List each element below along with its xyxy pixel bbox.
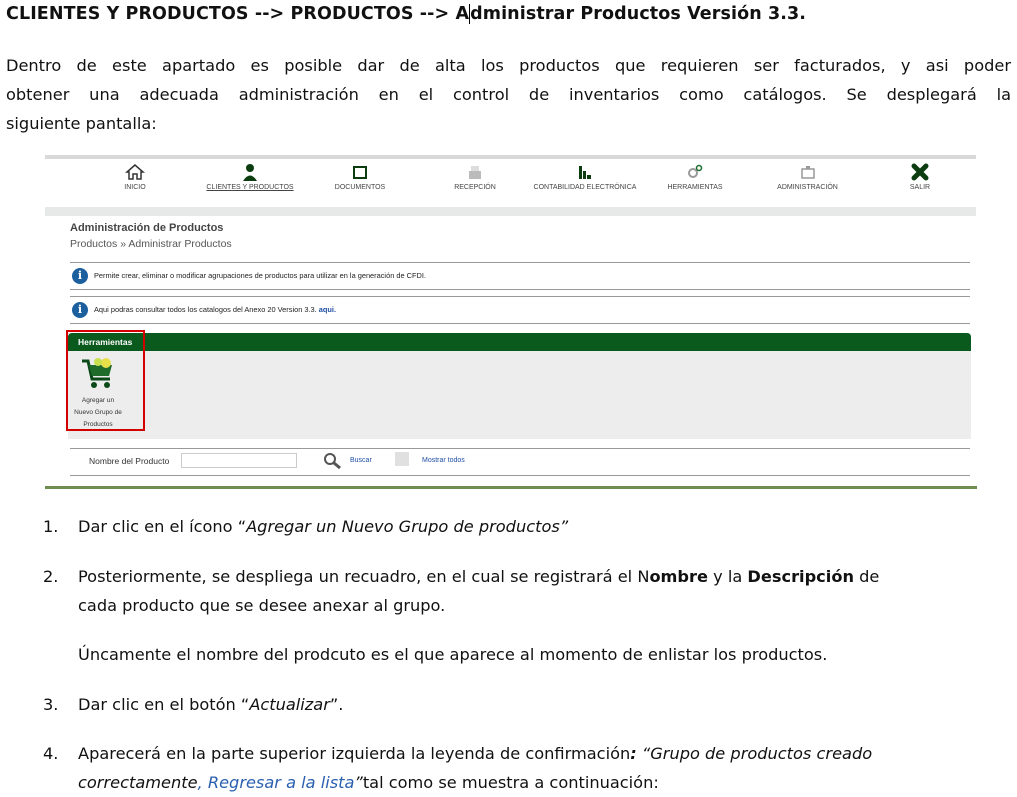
intro-line-1: Dentro de este apartado es posible dar d… [6,56,1011,75]
product-name-input[interactable] [181,453,297,468]
nav-herramientas[interactable]: HERRAMIENTAS [665,155,725,191]
info-banner-catalogs: i Aqui podras consultar todos los catalo… [70,296,970,324]
gears-icon [688,164,703,178]
highlight-box [66,330,145,431]
info-text: Permite crear, eliminar o modificar agru… [94,271,426,280]
user-icon [243,164,257,181]
nav-divider [45,207,976,216]
embedded-screenshot: INICIO CLIENTES Y PRODUCTOS DOCUMENTOS R… [45,155,976,489]
nav-salir[interactable]: SALIR [905,155,935,191]
intro-line-3: siguiente pantalla: [6,114,157,133]
search-button[interactable]: Buscar [350,457,372,464]
info-icon: i [72,268,88,284]
home-icon [125,164,145,180]
panel-title: Administración de Productos [70,222,224,234]
nav-contabilidad[interactable]: CONTABILIDAD ELECTRÓNICA [530,155,640,191]
return-to-list-link[interactable]: , Regresar a la lista [198,773,355,792]
show-all-button[interactable]: Mostrar todos [422,457,465,464]
folder-icon [353,166,367,179]
green-divider [45,486,977,489]
info-text: Aqui podras consultar todos los catalogo… [94,305,317,314]
nav-administracion[interactable]: ADMINISTRACIÓN [775,155,840,191]
bar-chart-icon [579,166,591,179]
search-bar: Nombre del Producto Buscar Mostrar todos [70,448,970,476]
catalogs-link[interactable]: aqui. [319,305,336,314]
step-2-note: Úncamente el nombre del prodcuto es el q… [78,645,828,664]
nav-inicio[interactable]: INICIO [115,155,155,191]
show-all-icon[interactable] [395,452,409,466]
inbox-icon [469,166,481,179]
exit-x-icon [911,163,929,181]
tools-header: Herramientas [68,333,971,351]
intro-line-2: obtener una adecuada administración en e… [6,85,1011,104]
info-icon: i [72,302,88,318]
nav-clientes-productos[interactable]: CLIENTES Y PRODUCTOS [195,155,305,191]
search-icon[interactable] [322,452,342,470]
document-title: CLIENTES Y PRODUCTOS --> PRODUCTOS --> A… [6,4,807,24]
search-label: Nombre del Producto [89,456,170,466]
tools-panel: Herramientas Agregar un Nuevo Grupo de P… [68,333,971,439]
info-banner-groups: i Permite crear, eliminar o modificar ag… [70,262,970,290]
admin-icon [800,166,815,179]
breadcrumb: Productos » Administrar Productos [70,238,232,250]
intro-paragraph: Dentro de este apartado es posible dar d… [6,51,1011,138]
nav-documentos[interactable]: DOCUMENTOS [330,155,390,191]
nav-recepcion[interactable]: RECEPCIÓN [450,155,500,191]
